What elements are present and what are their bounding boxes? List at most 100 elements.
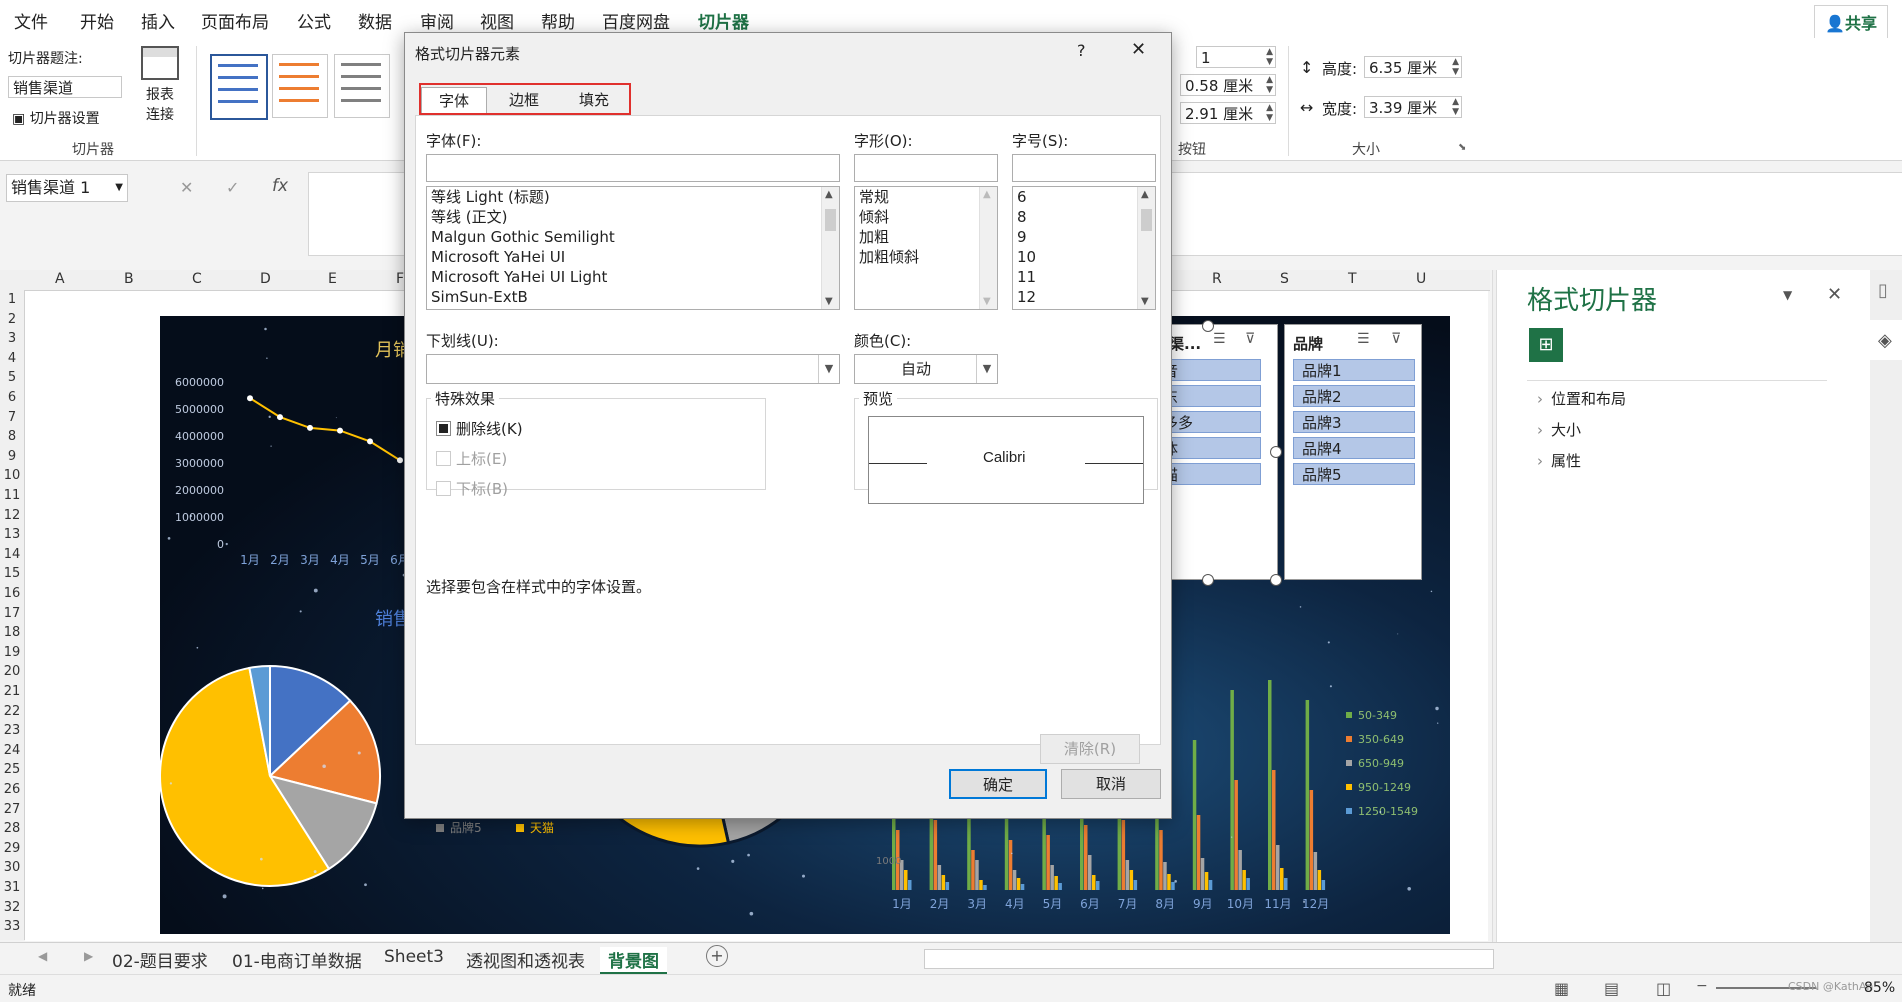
column-header[interactable]: E bbox=[328, 271, 337, 287]
size-input[interactable] bbox=[1012, 154, 1156, 182]
list-item[interactable]: SimSun-ExtB bbox=[427, 287, 839, 307]
row-header[interactable]: 32 bbox=[2, 900, 22, 915]
style-input[interactable] bbox=[854, 154, 998, 182]
clear-filter-icon[interactable]: ⊽ bbox=[1245, 331, 1255, 347]
row-header[interactable]: 30 bbox=[2, 860, 22, 875]
column-header[interactable]: T bbox=[1348, 271, 1357, 287]
row-header[interactable]: 5 bbox=[2, 370, 22, 385]
slicer-item[interactable]: 品牌1 bbox=[1293, 359, 1415, 381]
function-icon[interactable]: fx bbox=[272, 176, 288, 196]
row-header[interactable]: 3 bbox=[2, 331, 22, 346]
subscript-checkbox[interactable]: 下标(B) bbox=[436, 478, 508, 499]
report-connections-button[interactable]: 报表 连接 bbox=[138, 46, 182, 124]
slicer-style-orange[interactable] bbox=[272, 54, 328, 118]
sheet-tab[interactable]: 透视图和透视表 bbox=[458, 947, 593, 972]
list-item[interactable]: 加粗 bbox=[855, 227, 997, 247]
spinner-icon[interactable]: ▲ ▼ bbox=[1266, 75, 1273, 95]
ok-button[interactable]: 确定 bbox=[949, 769, 1047, 799]
menu-page-layout[interactable]: 页面布局 bbox=[201, 8, 269, 33]
row-header[interactable]: 21 bbox=[2, 684, 22, 699]
slicer-style-blue[interactable] bbox=[210, 54, 268, 120]
scroll-right-icon[interactable]: ▶ bbox=[84, 949, 93, 963]
column-header[interactable]: D bbox=[260, 271, 271, 287]
button-width-input[interactable]: 2.91 厘米 ▲ ▼ bbox=[1180, 102, 1276, 124]
row-header[interactable]: 28 bbox=[2, 821, 22, 836]
enter-icon[interactable]: ✓ bbox=[226, 178, 239, 197]
page-break-view-icon[interactable]: ◫ bbox=[1656, 979, 1671, 998]
row-header[interactable]: 2 bbox=[2, 312, 22, 327]
row-header[interactable]: 19 bbox=[2, 645, 22, 660]
chevron-down-icon[interactable]: ▼ bbox=[1783, 288, 1792, 302]
list-item[interactable]: 8 bbox=[1013, 207, 1155, 227]
scroll-left-icon[interactable]: ◀ bbox=[38, 949, 47, 963]
menu-baidu-netdisk[interactable]: 百度网盘 bbox=[602, 8, 670, 33]
spinner-icon[interactable]: ▲ ▼ bbox=[1266, 103, 1273, 123]
row-header[interactable]: 26 bbox=[2, 782, 22, 797]
row-header[interactable]: 16 bbox=[2, 586, 22, 601]
slicer-settings-icon[interactable]: ⊞ bbox=[1529, 328, 1563, 362]
slicer-item[interactable]: 品牌2 bbox=[1293, 385, 1415, 407]
resize-handle[interactable] bbox=[1202, 574, 1214, 586]
row-header[interactable]: 31 bbox=[2, 880, 22, 895]
clear-button[interactable]: 清除(R) bbox=[1040, 734, 1140, 764]
list-item[interactable]: Malgun Gothic Semilight bbox=[427, 227, 839, 247]
scroll-up-icon[interactable]: ▲ bbox=[983, 189, 991, 200]
close-icon[interactable]: ✕ bbox=[1131, 39, 1146, 60]
menu-insert[interactable]: 插入 bbox=[141, 8, 175, 33]
list-item[interactable]: 11 bbox=[1013, 267, 1155, 287]
column-header[interactable]: B bbox=[124, 271, 134, 287]
scrollbar[interactable]: ▲ ▼ bbox=[979, 187, 997, 309]
zoom-out-icon[interactable]: − bbox=[1696, 978, 1708, 994]
resize-handle[interactable] bbox=[1270, 574, 1282, 586]
row-header[interactable]: 33 bbox=[2, 919, 22, 934]
multi-select-icon[interactable]: ☰ bbox=[1213, 331, 1226, 347]
spinner-icon[interactable]: ▲ ▼ bbox=[1452, 57, 1459, 77]
section-properties[interactable]: › 属性 bbox=[1537, 450, 1581, 471]
row-header[interactable]: 10 bbox=[2, 468, 22, 483]
row-header[interactable]: 24 bbox=[2, 743, 22, 758]
sheet-tab[interactable]: 01-电商订单数据 bbox=[224, 947, 370, 972]
section-position-layout[interactable]: › 位置和布局 bbox=[1537, 388, 1626, 409]
resize-handle[interactable] bbox=[1270, 446, 1282, 458]
column-header[interactable]: F bbox=[396, 271, 404, 287]
list-item[interactable]: 等线 (正文) bbox=[427, 207, 839, 227]
slicer-style-gray[interactable] bbox=[334, 54, 390, 118]
list-item[interactable]: 10 bbox=[1013, 247, 1155, 267]
share-button[interactable]: 👤共享 bbox=[1814, 5, 1888, 39]
strikethrough-checkbox[interactable]: 删除线(K) bbox=[436, 418, 523, 439]
superscript-checkbox[interactable]: 上标(E) bbox=[436, 448, 507, 469]
row-header[interactable]: 4 bbox=[2, 351, 22, 366]
color-select[interactable]: 自动 ▼ bbox=[854, 354, 998, 384]
menu-view[interactable]: 视图 bbox=[480, 8, 514, 33]
list-item[interactable]: 倾斜 bbox=[855, 207, 997, 227]
font-list[interactable]: 等线 Light (标题) 等线 (正文) Malgun Gothic Semi… bbox=[426, 186, 840, 310]
row-header[interactable]: 11 bbox=[2, 488, 22, 503]
row-header[interactable]: 20 bbox=[2, 664, 22, 679]
scroll-thumb[interactable] bbox=[825, 209, 836, 231]
sheet-tab[interactable]: 02-题目要求 bbox=[104, 947, 216, 972]
document-icon[interactable]: ▯ bbox=[1878, 280, 1888, 301]
row-header[interactable]: 22 bbox=[2, 704, 22, 719]
sheet-tab[interactable]: Sheet3 bbox=[376, 947, 452, 967]
close-icon[interactable]: ✕ bbox=[1827, 284, 1842, 305]
column-header[interactable]: R bbox=[1212, 271, 1222, 287]
scroll-up-icon[interactable]: ▲ bbox=[1141, 189, 1149, 200]
row-header[interactable]: 17 bbox=[2, 606, 22, 621]
slicer-settings-button[interactable]: ▣ 切片器设置 bbox=[12, 108, 100, 128]
slicer-caption-input[interactable]: 销售渠道 bbox=[8, 76, 122, 98]
resize-handle[interactable] bbox=[1202, 320, 1214, 332]
cancel-button[interactable]: 取消 bbox=[1061, 769, 1161, 799]
list-item[interactable]: 6 bbox=[1013, 187, 1155, 207]
sheet-tab-active[interactable]: 背景图 bbox=[600, 947, 667, 975]
row-header[interactable]: 25 bbox=[2, 762, 22, 777]
scrollbar[interactable]: ▲ ▼ bbox=[1137, 187, 1155, 309]
column-header[interactable]: S bbox=[1280, 271, 1289, 287]
row-header[interactable]: 6 bbox=[2, 390, 22, 405]
list-item[interactable]: 等线 Light (标题) bbox=[427, 187, 839, 207]
list-item[interactable]: 9 bbox=[1013, 227, 1155, 247]
list-item[interactable]: 常规 bbox=[855, 187, 997, 207]
multi-select-icon[interactable]: ☰ bbox=[1357, 331, 1370, 347]
row-header[interactable]: 18 bbox=[2, 625, 22, 640]
fill-tab[interactable]: ◈ bbox=[1870, 320, 1902, 360]
slicer-item[interactable]: 品牌4 bbox=[1293, 437, 1415, 459]
